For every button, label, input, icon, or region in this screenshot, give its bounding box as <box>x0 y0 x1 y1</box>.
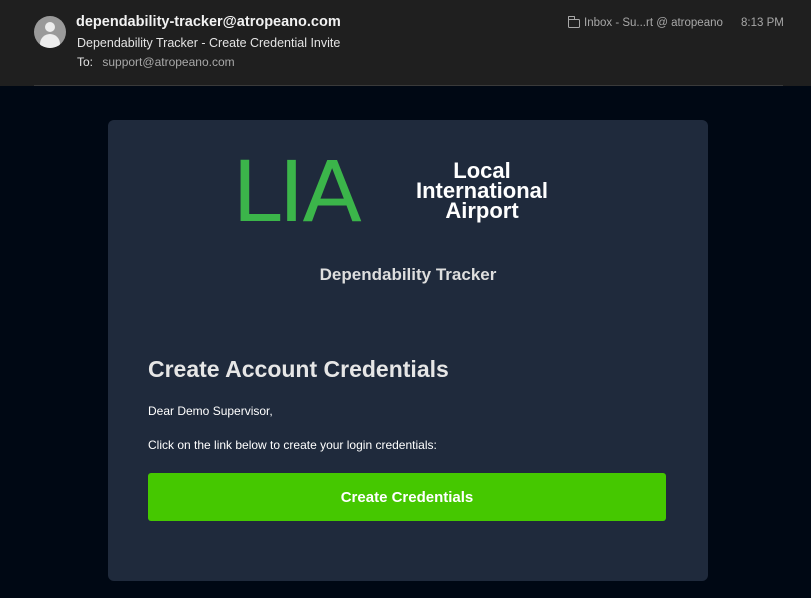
avatar-icon[interactable] <box>34 16 66 48</box>
received-time: 8:13 PM <box>741 17 784 29</box>
sender-address[interactable]: dependability-tracker@atropeano.com <box>76 14 341 30</box>
recipient-address[interactable]: support@atropeano.com <box>102 55 234 69</box>
email-header: dependability-tracker@atropeano.com Depe… <box>0 0 811 86</box>
folder-icon <box>567 16 580 28</box>
to-label: To: <box>77 55 94 69</box>
email-subject: Dependability Tracker - Create Credentia… <box>77 36 341 50</box>
app-name: Dependability Tracker <box>319 265 497 284</box>
logo-line-airport: Airport <box>445 198 519 223</box>
mailbox-label: Inbox - Su...rt @ atropeano <box>584 17 723 29</box>
avatar-head <box>45 22 55 32</box>
create-credentials-button[interactable]: Create Credentials <box>148 473 666 521</box>
airport-name-logo: Local International Airport <box>408 160 556 223</box>
header-divider <box>34 85 783 86</box>
greeting-text: Dear Demo Supervisor, <box>148 404 273 418</box>
lia-logo: LIA <box>232 143 362 241</box>
instructions-text: Click on the link below to create your l… <box>148 438 437 452</box>
mailbox-location[interactable]: Inbox - Su...rt @ atropeano <box>567 16 723 29</box>
recipient-row: To: support@atropeano.com <box>77 55 235 69</box>
email-title: Create Account Credentials <box>148 356 449 382</box>
avatar-body <box>40 34 60 48</box>
email-card: LIA Local International Airport Dependab… <box>108 120 708 581</box>
